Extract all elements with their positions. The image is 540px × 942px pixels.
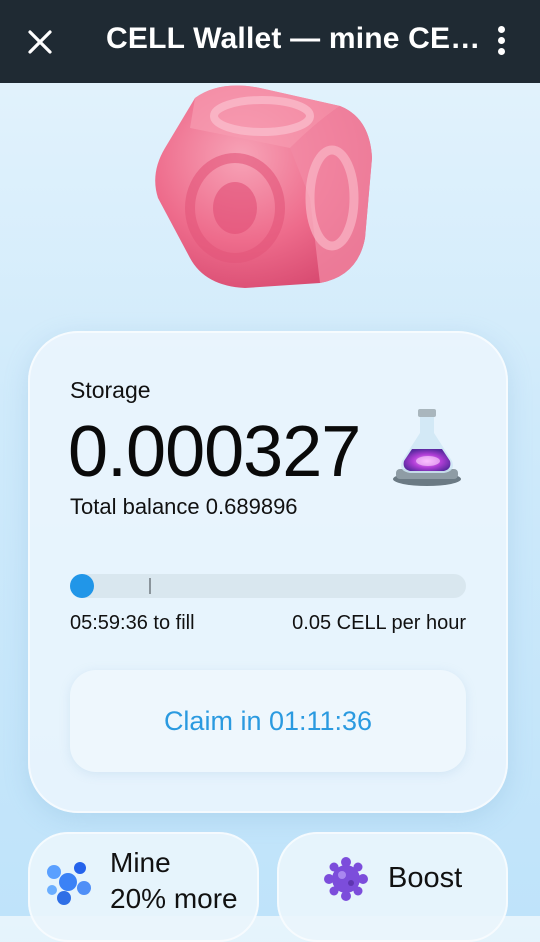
cell-cube-illustration: [150, 78, 380, 293]
more-menu-icon[interactable]: [492, 26, 512, 58]
molecule-icon: [44, 858, 92, 911]
time-to-fill: 05:59:36 to fill: [70, 612, 195, 634]
top-bar: CELL Wallet — mine CE…: [0, 0, 540, 83]
mine-percent-label: 20% more: [110, 883, 238, 914]
progress-fill: [70, 574, 94, 598]
balance-value: 0.689896: [205, 494, 298, 519]
boost-label: Boost: [388, 862, 463, 894]
close-icon[interactable]: [26, 28, 54, 56]
total-balance: Total balance 0.689896: [70, 494, 298, 520]
balance-label: Total balance: [70, 494, 200, 519]
window-title: CELL Wallet — mine CE…: [106, 22, 481, 55]
virus-icon: [323, 856, 369, 907]
mine-more-label: Mine 20% more: [110, 845, 238, 917]
claim-button[interactable]: Claim in 01:11:36: [70, 670, 466, 772]
storage-value: 0.000327: [68, 412, 361, 492]
flask-icon: [388, 405, 466, 489]
progress-marker: [149, 578, 151, 594]
storage-progress-bar: [70, 574, 466, 598]
storage-label: Storage: [70, 377, 151, 403]
mine-label: Mine: [110, 847, 171, 878]
mining-rate: 0.05 CELL per hour: [292, 612, 466, 634]
